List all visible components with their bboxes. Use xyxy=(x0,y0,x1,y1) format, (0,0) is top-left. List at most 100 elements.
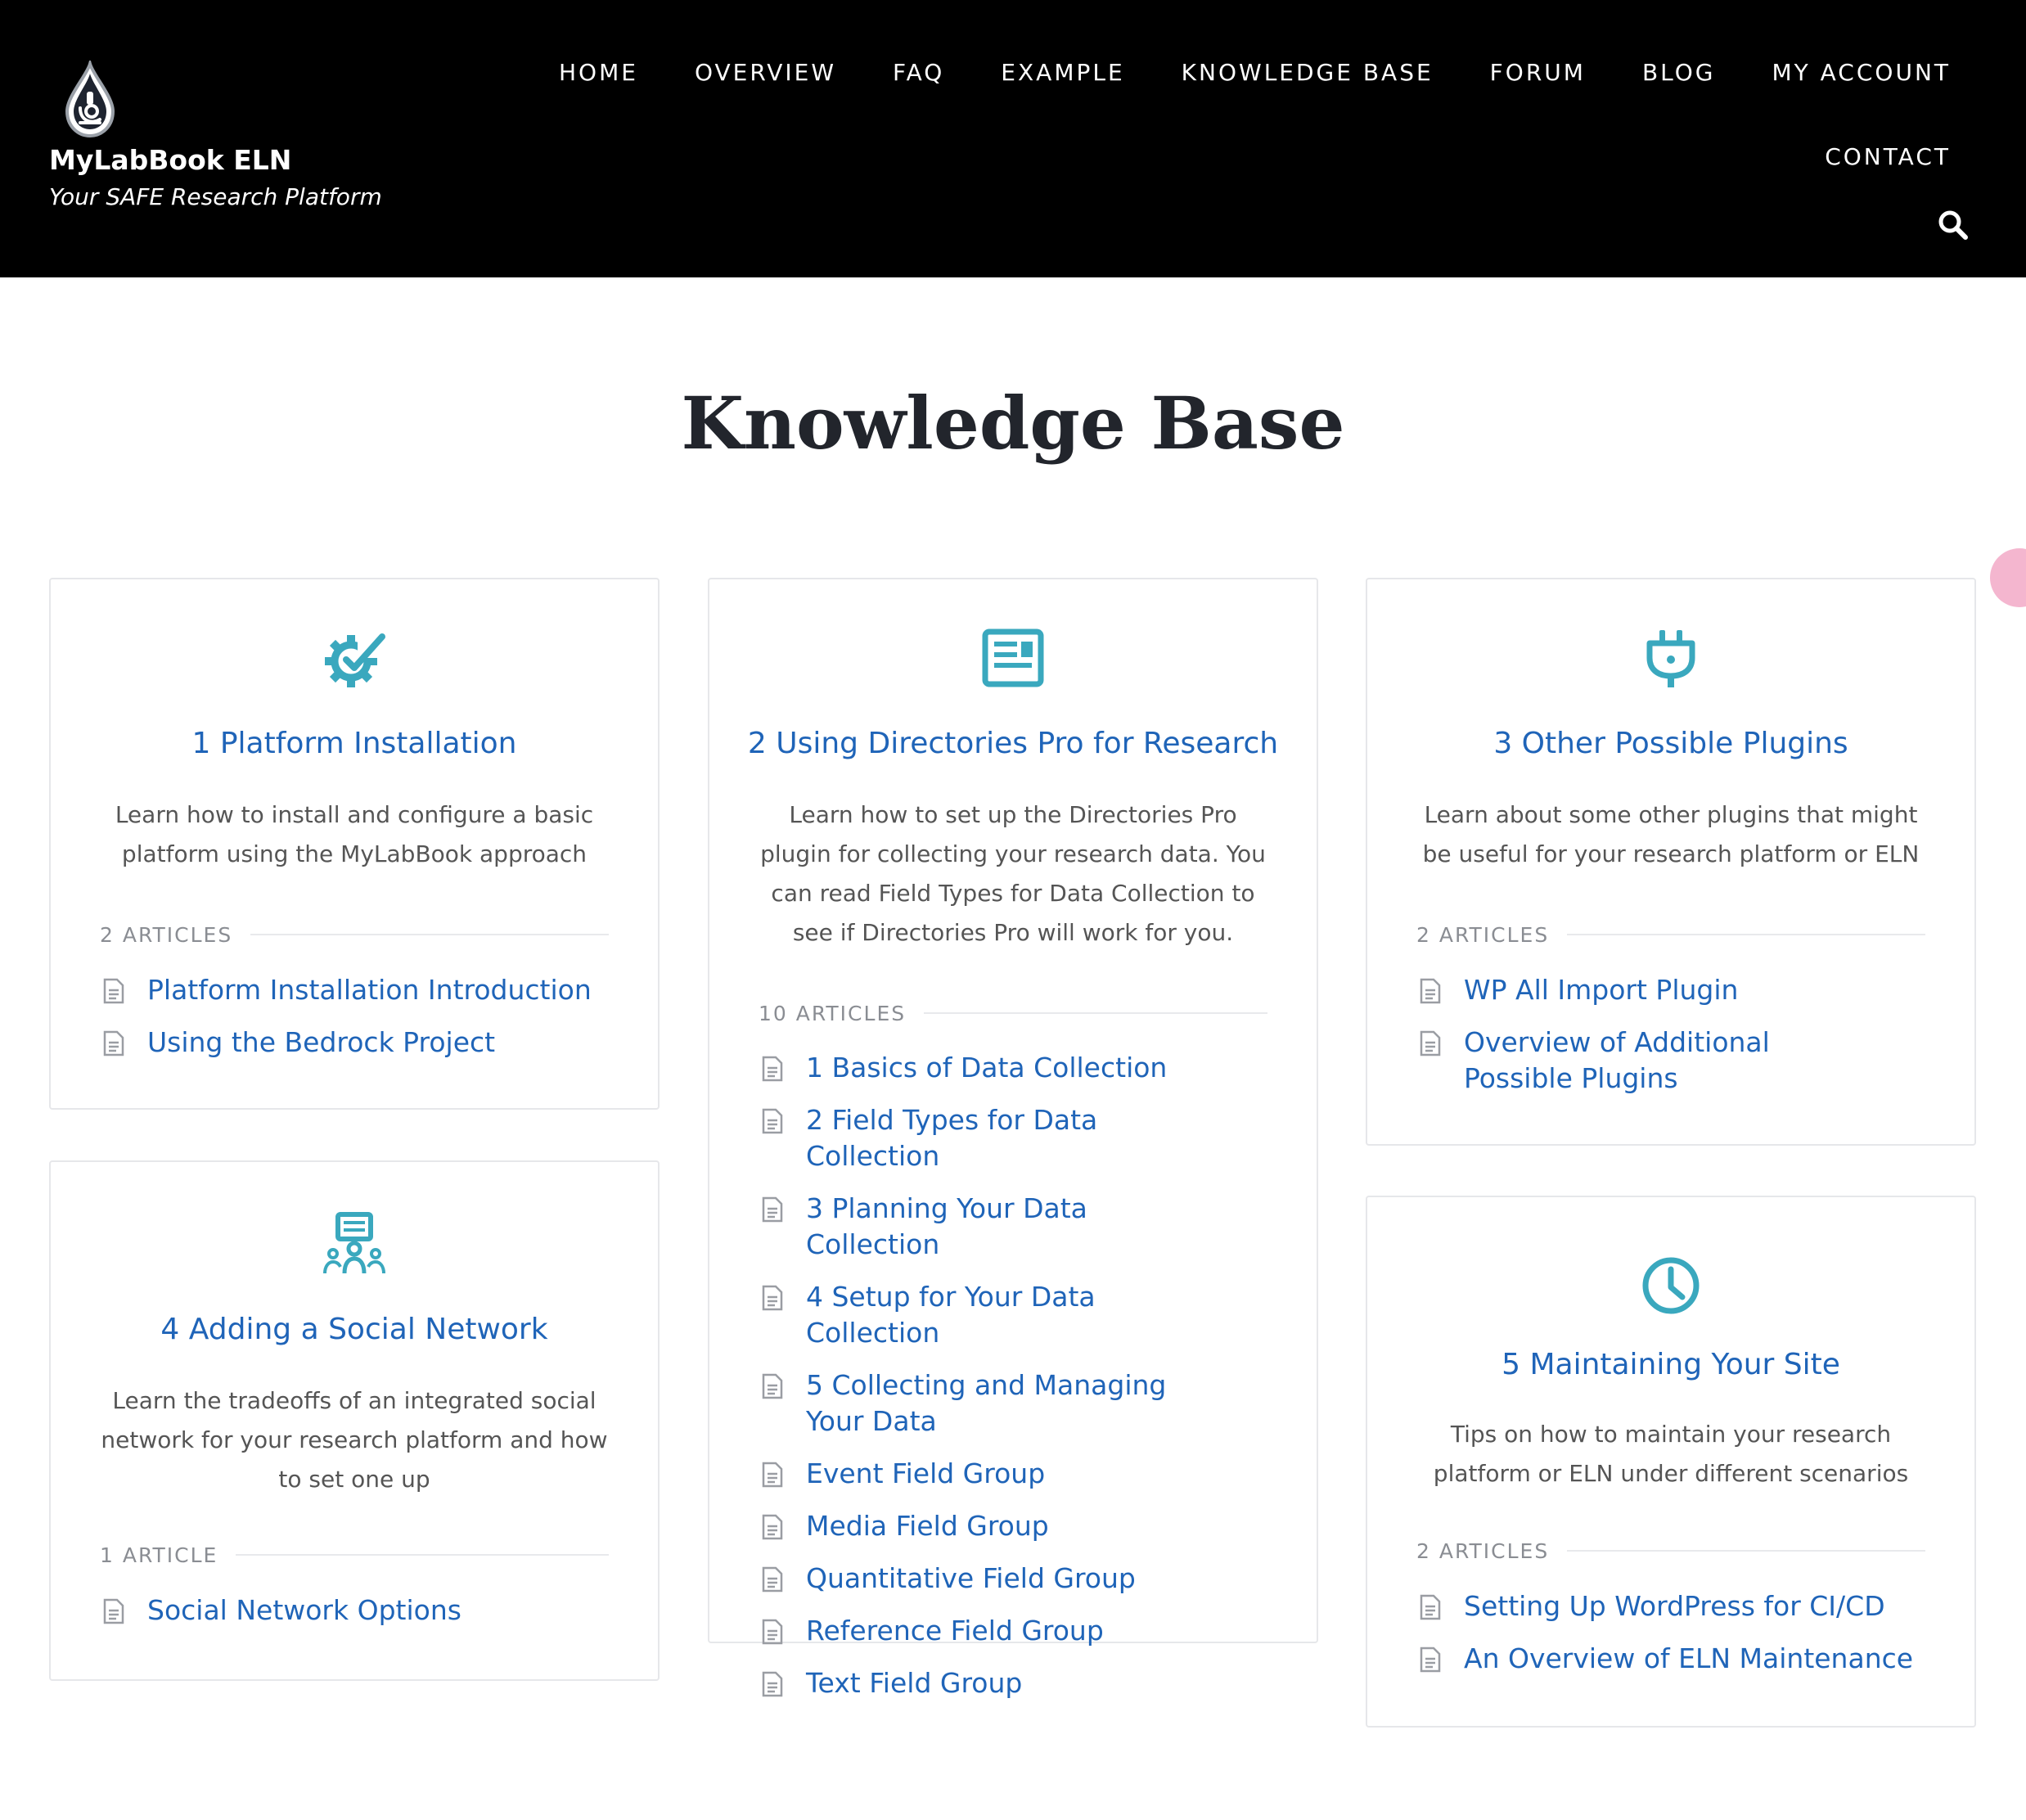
category-title[interactable]: 1 Platform Installation xyxy=(51,727,658,760)
list-item: Quantitative Field Group xyxy=(759,1561,1217,1597)
article-link[interactable]: 1 Basics of Data Collection xyxy=(806,1050,1217,1086)
list-item: 1 Basics of Data Collection xyxy=(759,1050,1217,1086)
nav-example[interactable]: EXAMPLE xyxy=(1001,59,1124,86)
document-icon xyxy=(1420,1647,1441,1673)
main-nav: HOME OVERVIEW FAQ EXAMPLE KNOWLEDGE BASE… xyxy=(559,59,1951,86)
document-icon xyxy=(762,1285,783,1311)
page-title: Knowledge Base xyxy=(681,381,1345,466)
article-list: Platform Installation Introduction Using… xyxy=(100,972,609,1077)
article-count: 2 ARTICLES xyxy=(1416,1536,1925,1565)
site-header: MyLabBook ELN Your SAFE Research Platfor… xyxy=(0,0,2026,277)
article-link[interactable]: 4 Setup for Your Data Collection xyxy=(806,1279,1217,1351)
list-item: 3 Planning Your Data Collection xyxy=(759,1191,1217,1263)
article-count: 10 ARTICLES xyxy=(759,998,1267,1028)
list-item: An Overview of ELN Maintenance xyxy=(1416,1641,1925,1677)
article-count: 2 ARTICLES xyxy=(100,920,609,949)
clock-icon xyxy=(1642,1257,1700,1314)
site-name[interactable]: MyLabBook ELN xyxy=(49,144,291,176)
document-icon xyxy=(762,1566,783,1592)
divider xyxy=(1567,1550,1925,1552)
article-link[interactable]: 3 Planning Your Data Collection xyxy=(806,1191,1217,1263)
document-icon xyxy=(762,1373,783,1399)
gear-check-icon xyxy=(325,633,385,687)
article-link[interactable]: Media Field Group xyxy=(806,1508,1217,1544)
list-item: 2 Field Types for Data Collection xyxy=(759,1102,1217,1174)
article-link[interactable]: Quantitative Field Group xyxy=(806,1561,1217,1597)
nav-faq[interactable]: FAQ xyxy=(893,59,944,86)
document-icon xyxy=(762,1462,783,1488)
document-icon xyxy=(103,1598,124,1624)
list-item: Reference Field Group xyxy=(759,1613,1217,1649)
article-link[interactable]: Social Network Options xyxy=(147,1592,609,1629)
article-list: 1 Basics of Data Collection 2 Field Type… xyxy=(759,1050,1217,1718)
plug-icon xyxy=(1646,630,1695,687)
article-link[interactable]: Event Field Group xyxy=(806,1456,1217,1492)
article-link[interactable]: WP All Import Plugin xyxy=(1464,972,1875,1008)
document-icon xyxy=(1420,1594,1441,1620)
divider xyxy=(1567,934,1925,935)
document-icon xyxy=(762,1514,783,1540)
article-link[interactable]: Using the Bedrock Project xyxy=(147,1025,609,1061)
logo-icon[interactable] xyxy=(62,61,118,141)
article-count: 1 ARTICLE xyxy=(100,1540,609,1570)
list-item: 4 Setup for Your Data Collection xyxy=(759,1279,1217,1351)
category-title[interactable]: 5 Maintaining Your Site xyxy=(1367,1348,1974,1381)
document-icon xyxy=(762,1196,783,1223)
document-icon xyxy=(762,1671,783,1697)
article-count-label: 2 ARTICLES xyxy=(100,922,233,947)
document-icon xyxy=(1420,1030,1441,1056)
divider xyxy=(236,1554,609,1556)
nav-overview[interactable]: OVERVIEW xyxy=(695,59,836,86)
article-count-label: 10 ARTICLES xyxy=(759,1001,907,1025)
divider xyxy=(250,934,609,935)
divider xyxy=(924,1012,1267,1014)
article-list: Social Network Options xyxy=(100,1592,609,1645)
list-item: Media Field Group xyxy=(759,1508,1217,1544)
article-link[interactable]: Platform Installation Introduction xyxy=(147,972,609,1008)
kb-category-card: 3 Other Possible Plugins Learn about som… xyxy=(1366,578,1976,1146)
document-icon xyxy=(103,978,124,1004)
kb-category-card: 5 Maintaining Your Site Tips on how to m… xyxy=(1366,1196,1976,1728)
search-icon[interactable] xyxy=(1938,209,1969,241)
kb-category-card: 1 Platform Installation Learn how to ins… xyxy=(49,578,660,1110)
kb-category-card: 4 Adding a Social Network Learn the trad… xyxy=(49,1160,660,1681)
article-list: WP All Import Plugin Overview of Additio… xyxy=(1416,972,1875,1113)
category-title[interactable]: 2 Using Directories Pro for Research xyxy=(709,727,1317,760)
nav-knowledge-base[interactable]: KNOWLEDGE BASE xyxy=(1182,59,1434,86)
document-icon xyxy=(103,1030,124,1056)
document-icon xyxy=(762,1619,783,1645)
category-description: Learn how to set up the Directories Pro … xyxy=(760,801,1266,946)
article-list: Setting Up WordPress for CI/CD An Overvi… xyxy=(1416,1588,1925,1693)
list-item: Setting Up WordPress for CI/CD xyxy=(1416,1588,1925,1624)
category-description: Learn the tradeoffs of an integrated soc… xyxy=(101,1387,608,1493)
nav-home[interactable]: HOME xyxy=(559,59,638,86)
list-item: Text Field Group xyxy=(759,1665,1217,1701)
article-link[interactable]: Text Field Group xyxy=(806,1665,1217,1701)
nav-contact[interactable]: CONTACT xyxy=(1825,143,1951,170)
article-link[interactable]: An Overview of ELN Maintenance xyxy=(1464,1641,1925,1677)
nav-blog[interactable]: BLOG xyxy=(1642,59,1716,86)
article-count-label: 2 ARTICLES xyxy=(1416,922,1550,947)
list-item: 5 Collecting and Managing Your Data xyxy=(759,1367,1217,1439)
nav-forum[interactable]: FORUM xyxy=(1490,59,1586,86)
kb-category-card: 2 Using Directories Pro for Research Lea… xyxy=(708,578,1318,1699)
article-link[interactable]: 2 Field Types for Data Collection xyxy=(806,1102,1217,1174)
article-count-label: 1 ARTICLE xyxy=(100,1543,218,1567)
floating-widget-button[interactable] xyxy=(1990,548,2026,607)
list-item: Using the Bedrock Project xyxy=(100,1025,609,1061)
article-link[interactable]: Reference Field Group xyxy=(806,1613,1217,1649)
list-item: Social Network Options xyxy=(100,1592,609,1629)
category-description: Learn about some other plugins that migh… xyxy=(1422,801,1920,867)
article-link[interactable]: 5 Collecting and Managing Your Data xyxy=(806,1367,1217,1439)
document-icon xyxy=(762,1108,783,1134)
list-item: Overview of Additional Possible Plugins xyxy=(1416,1025,1875,1097)
category-description: Learn how to install and configure a bas… xyxy=(115,801,594,867)
document-icon xyxy=(762,1056,783,1082)
article-link[interactable]: Overview of Additional Possible Plugins xyxy=(1464,1025,1875,1097)
category-title[interactable]: 4 Adding a Social Network xyxy=(51,1313,658,1346)
nav-my-account[interactable]: MY ACCOUNT xyxy=(1772,59,1951,86)
article-link[interactable]: Setting Up WordPress for CI/CD xyxy=(1464,1588,1925,1624)
list-item: Platform Installation Introduction xyxy=(100,972,609,1008)
social-network-icon xyxy=(323,1212,385,1274)
category-title[interactable]: 3 Other Possible Plugins xyxy=(1367,727,1974,760)
